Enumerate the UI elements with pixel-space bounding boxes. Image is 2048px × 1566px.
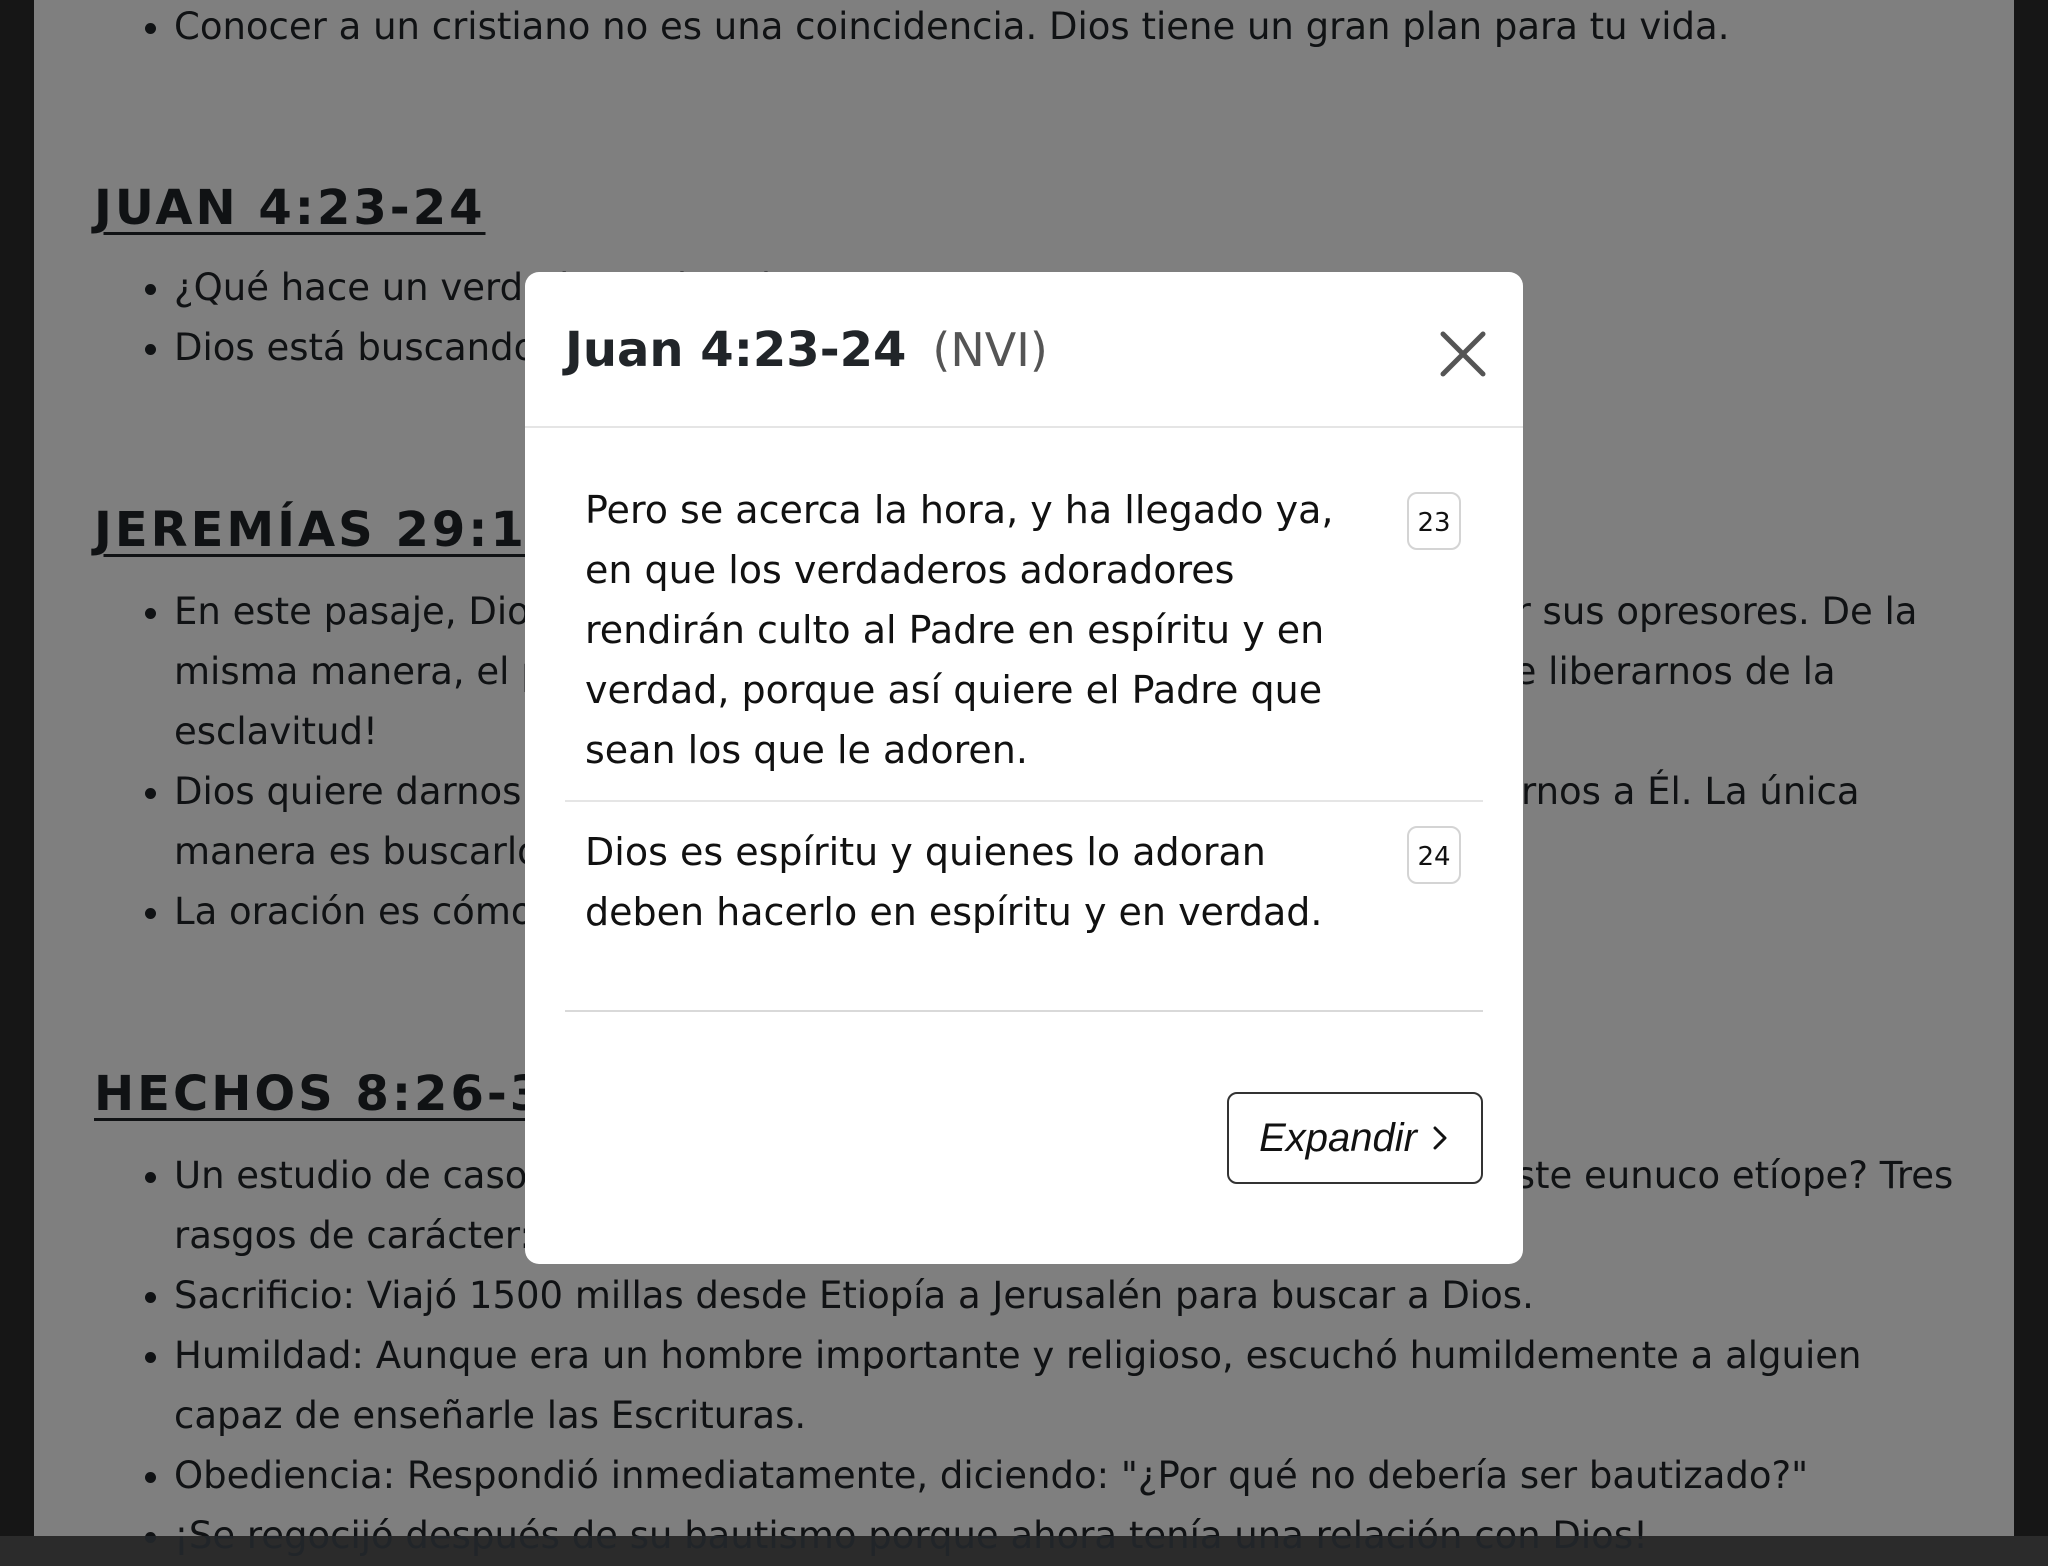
passage-reference: Juan 4:23-24 [565,322,907,378]
verse-item: Dios es espíritu y quienes lo adoran deb… [565,802,1483,1264]
expand-button-label: Expandir [1259,1115,1417,1160]
verse-modal: Juan 4:23-24 (NVI) Pero se acerca la hora… [525,272,1523,1264]
modal-title: Juan 4:23-24 (NVI) [565,322,1048,378]
modal-divider [565,1010,1483,1012]
expand-button[interactable]: Expandir [1227,1092,1483,1184]
close-icon [1440,331,1486,377]
verse-number-badge: 24 [1407,826,1461,884]
verse-number-badge: 23 [1407,492,1461,550]
modal-header: Juan 4:23-24 (NVI) [525,272,1523,428]
chevron-right-icon [1433,1126,1447,1150]
verse-item: Pero se acerca la hora, y ha llegado ya,… [565,480,1483,802]
close-button[interactable] [1433,324,1493,384]
verse-text: Pero se acerca la hora, y ha llegado ya,… [585,488,1334,772]
bible-version: (NVI) [932,323,1048,377]
verse-text: Dios es espíritu y quienes lo adoran deb… [585,830,1323,934]
